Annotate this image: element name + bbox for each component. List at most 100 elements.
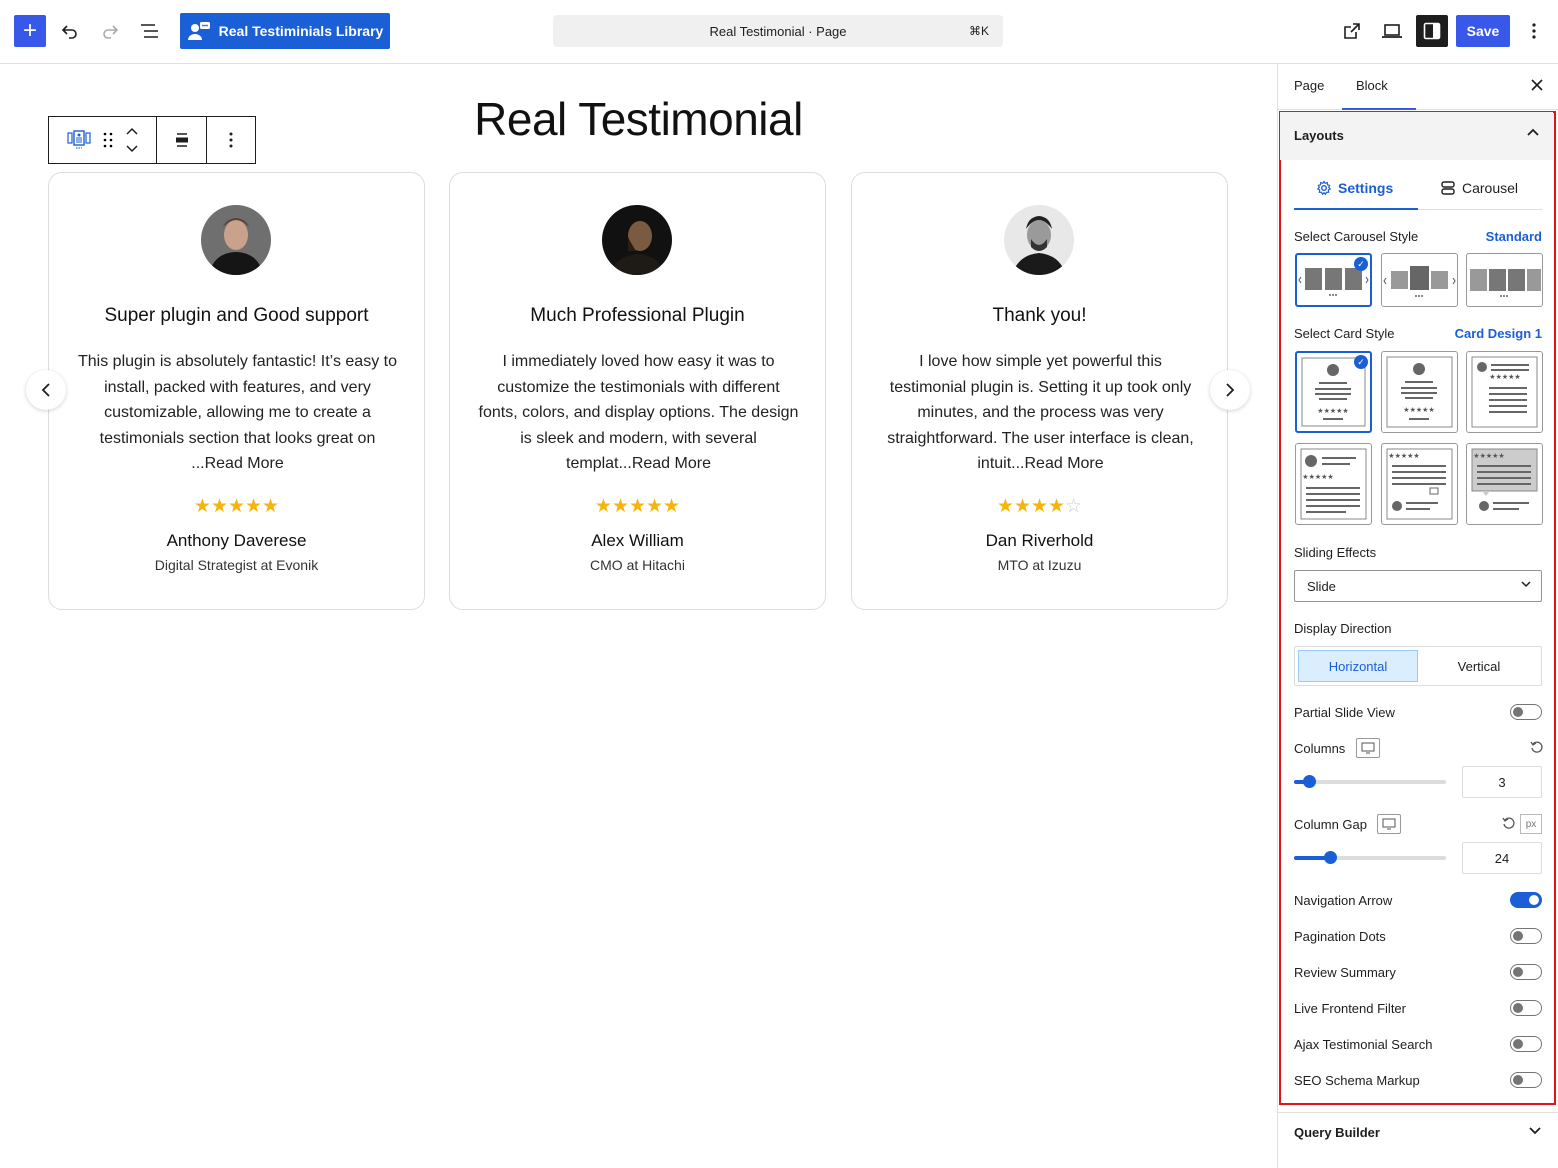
options-menu-button[interactable] — [1522, 19, 1546, 43]
carousel-prev-button[interactable] — [26, 370, 66, 410]
subtab-settings[interactable]: Settings — [1316, 180, 1393, 196]
column-gap-slider[interactable] — [1294, 851, 1446, 864]
block-toolbar — [48, 116, 256, 164]
add-block-button[interactable]: + — [14, 15, 46, 47]
card-style-option[interactable]: ★★★★★ — [1381, 351, 1458, 433]
unit-selector[interactable]: px — [1520, 814, 1542, 834]
reset-icon[interactable] — [1530, 740, 1544, 757]
redo-button[interactable] — [98, 19, 122, 43]
columns-label: Columns — [1294, 741, 1346, 756]
layout-subtabs: Settings Carousel — [1294, 172, 1542, 210]
reset-icon[interactable] — [1502, 816, 1516, 833]
chevron-down-icon — [1529, 1123, 1541, 1139]
carousel-icon — [1441, 181, 1455, 195]
subtab-carousel[interactable]: Carousel — [1440, 180, 1518, 196]
undo-icon — [61, 25, 77, 39]
columns-slider[interactable] — [1294, 775, 1446, 788]
block-type-group — [49, 117, 157, 163]
external-link-icon — [1344, 23, 1360, 39]
partial-slide-toggle[interactable] — [1510, 704, 1542, 720]
block-options-button[interactable] — [207, 117, 255, 163]
card-design-6-thumbnail: ★★★★★ — [1471, 448, 1538, 511]
testimonials-library-button[interactable]: Real Testiminials Library — [180, 13, 390, 49]
testimonial-card: Thank you! I love how simple yet powerfu… — [851, 172, 1228, 610]
carousel-style-option[interactable]: ✓ — [1295, 253, 1372, 307]
seo-schema-toggle[interactable] — [1510, 1072, 1542, 1088]
document-title: Real Testimonial · Page — [709, 23, 847, 39]
user-chat-icon — [187, 22, 210, 40]
card-style-option[interactable]: ★★★★★ ✓ — [1295, 351, 1372, 433]
testimonial-title: Thank you! — [992, 305, 1087, 326]
view-page-button[interactable] — [1340, 19, 1364, 43]
direction-vertical-option[interactable]: Vertical — [1419, 650, 1539, 682]
chevron-down-icon — [1521, 579, 1531, 591]
gear-icon — [1316, 180, 1332, 196]
navigation-arrow-label: Navigation Arrow — [1294, 893, 1393, 908]
document-overview-button[interactable] — [138, 19, 162, 43]
testimonial-title: Super plugin and Good support — [104, 305, 369, 326]
ajax-search-toggle[interactable] — [1510, 1036, 1542, 1052]
drag-handle-icon[interactable] — [103, 132, 113, 148]
redo-icon — [103, 25, 119, 39]
avatar — [1004, 205, 1074, 275]
testimonial-text: I immediately loved how easy it was to c… — [478, 353, 799, 473]
card-style-option[interactable]: ★★★★★ — [1295, 443, 1372, 525]
reviewer-name: Dan Riverhold — [985, 531, 1094, 550]
more-vertical-icon — [229, 132, 233, 148]
settings-panel-toggle[interactable] — [1416, 15, 1448, 47]
card-style-option[interactable]: ★★★★★ — [1466, 351, 1543, 433]
align-center-icon — [175, 133, 188, 147]
star-rating: ★★★★★ — [594, 496, 681, 517]
settings-sidebar: Page Block Layouts Settings Carousel Sel… — [1277, 64, 1558, 1168]
align-button[interactable] — [157, 117, 207, 163]
column-gap-input[interactable]: 24 — [1462, 842, 1542, 874]
svg-text:★★★★★: ★★★★★ — [1403, 406, 1434, 414]
sliding-effects-select[interactable]: Slide — [1294, 570, 1542, 602]
direction-horizontal-option[interactable]: Horizontal — [1298, 650, 1418, 682]
card-style-option[interactable]: ★★★★★ — [1381, 443, 1458, 525]
tab-page[interactable]: Page — [1294, 78, 1324, 93]
partial-slide-label: Partial Slide View — [1294, 705, 1395, 720]
carousel-next-button[interactable] — [1210, 370, 1250, 410]
active-subtab-indicator — [1294, 208, 1418, 210]
move-up-down-icon[interactable] — [125, 126, 139, 154]
navigation-arrow-toggle[interactable] — [1510, 892, 1542, 908]
save-button[interactable]: Save — [1456, 15, 1510, 47]
sliding-effects-label: Sliding Effects — [1294, 545, 1377, 560]
tab-block[interactable]: Block — [1342, 78, 1416, 110]
testimonial-text: This plugin is absolutely fantastic! It’… — [78, 353, 397, 473]
chevron-left-icon — [41, 383, 50, 397]
preview-device-button[interactable] — [1380, 19, 1404, 43]
chevron-up-icon — [1527, 124, 1539, 140]
pagination-dots-toggle[interactable] — [1510, 928, 1542, 944]
more-vertical-icon — [1532, 23, 1536, 39]
live-frontend-filter-toggle[interactable] — [1510, 1000, 1542, 1016]
testimonial-card: Much Professional Plugin I immediately l… — [449, 172, 826, 610]
desktop-device-icon[interactable] — [1377, 814, 1401, 834]
review-summary-label: Review Summary — [1294, 965, 1396, 980]
ajax-search-label: Ajax Testimonial Search — [1294, 1037, 1433, 1052]
carousel-style-option[interactable] — [1381, 253, 1458, 307]
query-builder-panel-header[interactable]: Query Builder — [1278, 1112, 1558, 1152]
query-builder-label: Query Builder — [1294, 1125, 1380, 1140]
close-sidebar-button[interactable] — [1531, 78, 1543, 96]
list-view-icon — [141, 24, 158, 38]
card-design-3-thumbnail: ★★★★★ — [1471, 356, 1538, 428]
testimonial-block-icon[interactable] — [66, 129, 91, 151]
undo-button[interactable] — [58, 19, 82, 43]
carousel-style-option[interactable] — [1466, 253, 1543, 307]
editor-top-bar: + Real Testiminials Library Real Testimo… — [0, 0, 1558, 64]
command-palette-bar[interactable]: Real Testimonial · Page ⌘K — [553, 15, 1003, 47]
review-summary-toggle[interactable] — [1510, 964, 1542, 980]
editor-canvas: Real Testimonial Super plugin and Good s… — [0, 64, 1277, 1168]
carousel-style-label: Select Carousel Style — [1294, 229, 1419, 244]
subtab-carousel-label: Carousel — [1462, 180, 1519, 196]
live-frontend-filter-label: Live Frontend Filter — [1294, 1001, 1406, 1016]
shortcut-hint: ⌘K — [968, 24, 989, 38]
desktop-device-icon[interactable] — [1356, 738, 1380, 758]
card-style-option[interactable]: ★★★★★ — [1466, 443, 1543, 525]
layouts-panel-header[interactable]: Layouts — [1280, 112, 1553, 160]
columns-input[interactable]: 3 — [1462, 766, 1542, 798]
subtab-settings-label: Settings — [1338, 180, 1394, 196]
reviewer-role: Digital Strategist at Evonik — [154, 557, 319, 573]
